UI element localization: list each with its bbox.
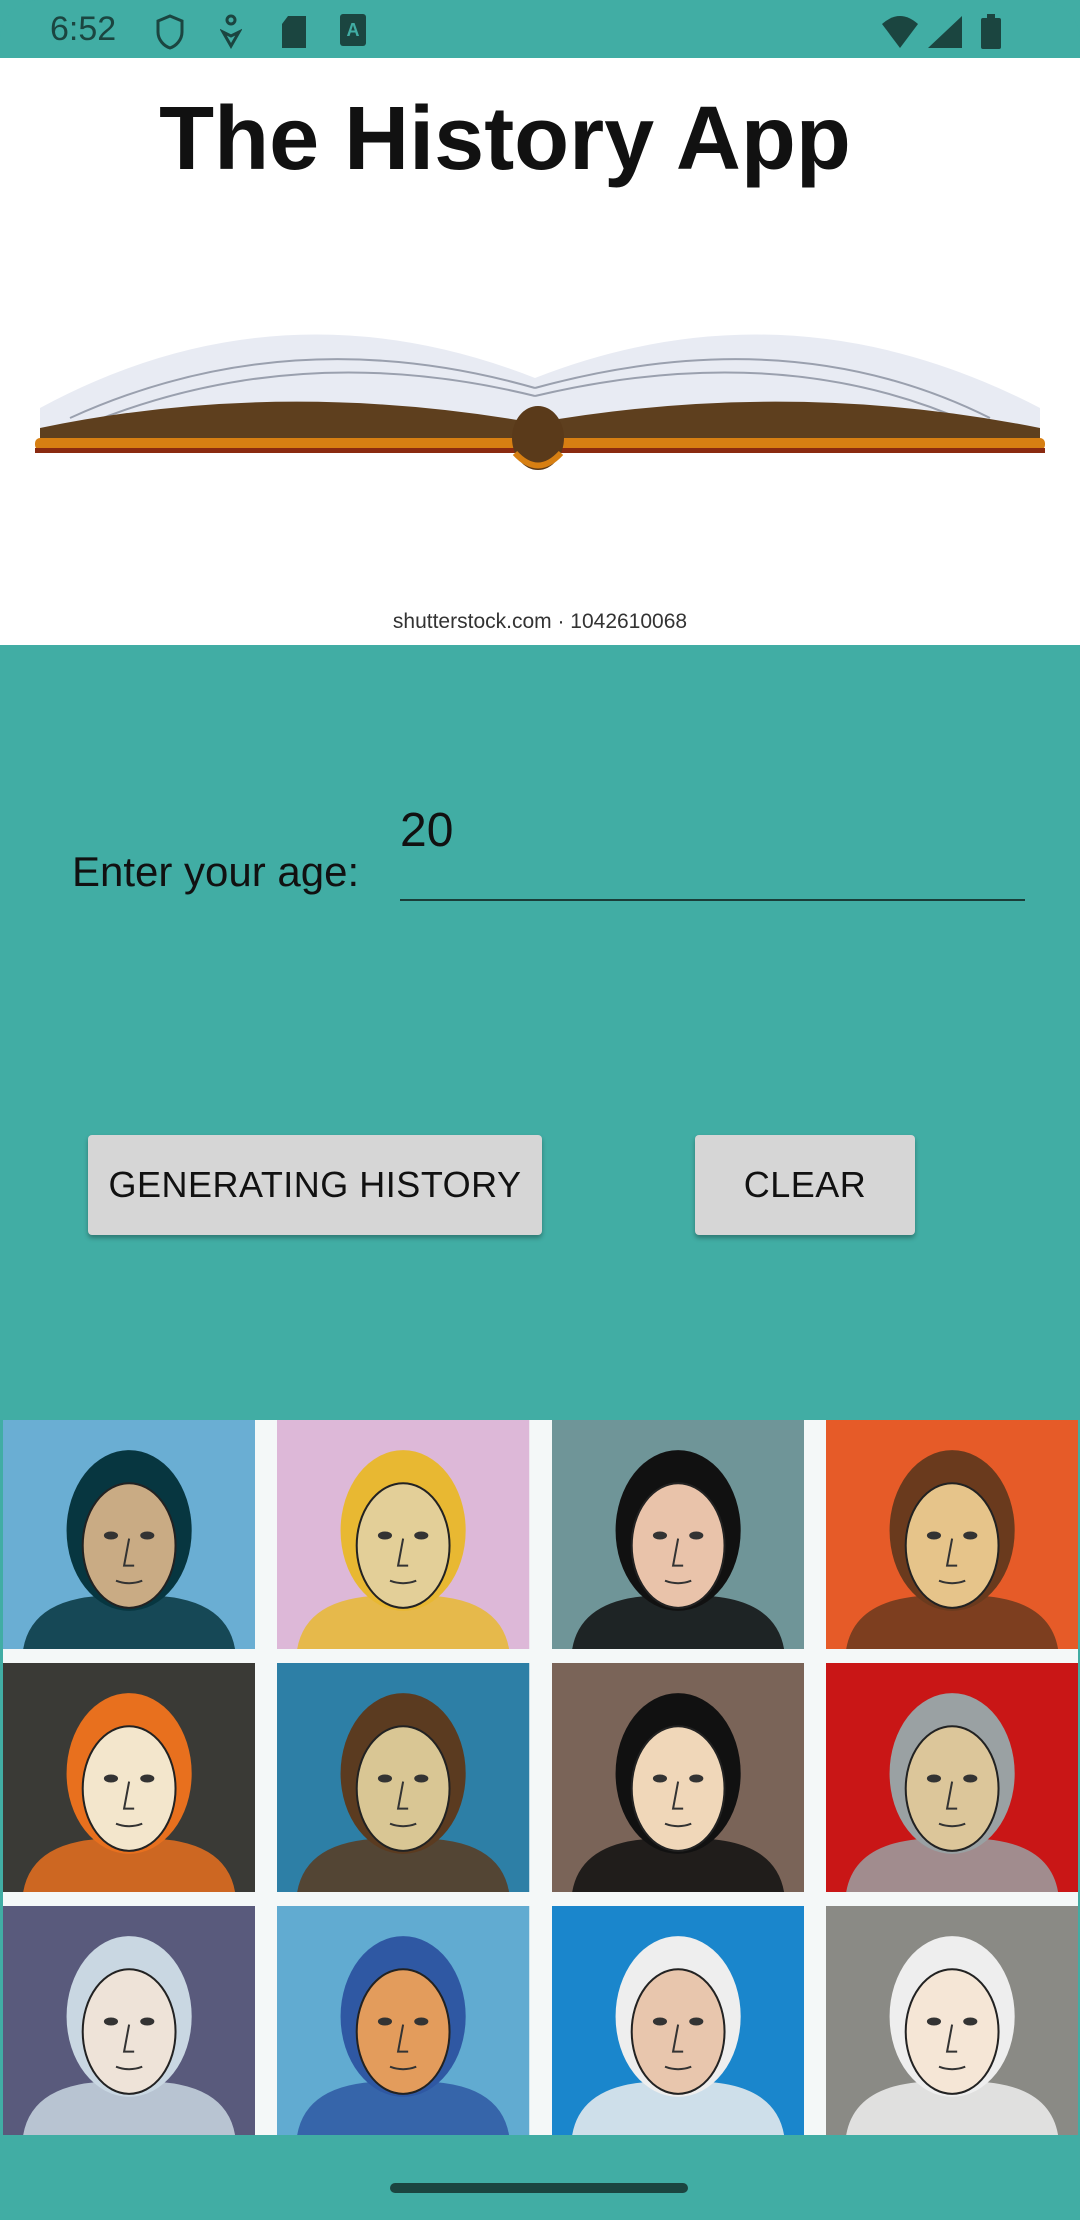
portrait-tile xyxy=(3,1420,256,1649)
open-book-image xyxy=(35,334,1045,470)
status-time: 6:52 xyxy=(50,10,117,48)
watermark-text: shutterstock.com · 1042610068 xyxy=(392,610,688,633)
portrait-tile xyxy=(277,1663,530,1892)
portrait-tile xyxy=(277,1420,530,1649)
portrait-tile xyxy=(825,1663,1078,1892)
font-a-icon: A xyxy=(340,14,366,46)
generate-history-button[interactable]: GENERATING HISTORY xyxy=(88,1135,542,1235)
portrait-tile xyxy=(3,1663,256,1892)
shield-icon xyxy=(156,14,184,50)
age-input[interactable]: 20 xyxy=(400,795,1025,901)
portrait-tile xyxy=(3,1906,256,2135)
portrait-tile xyxy=(825,1906,1078,2135)
home-handle[interactable] xyxy=(390,2183,688,2193)
page-title: The History App xyxy=(159,89,851,189)
header-banner: The History App shutterstock.com · 10426… xyxy=(0,58,1080,645)
navigation-bar xyxy=(0,2135,1080,2220)
signal-icon xyxy=(928,16,962,48)
portrait-tile xyxy=(277,1906,530,2135)
age-label: Enter your age: xyxy=(72,848,360,895)
status-bar: 6:52 A xyxy=(0,0,1080,58)
sd-card-icon xyxy=(282,16,306,48)
svg-text:A: A xyxy=(347,20,360,40)
wifi-icon xyxy=(882,16,918,48)
accessibility-icon xyxy=(220,14,242,50)
portrait-tile xyxy=(551,1663,804,1892)
portrait-grid-image xyxy=(3,1420,1078,2135)
portrait-tile xyxy=(825,1420,1078,1649)
portrait-tile xyxy=(551,1420,804,1649)
clear-button[interactable]: CLEAR xyxy=(695,1135,915,1235)
portrait-tile xyxy=(551,1906,804,2135)
battery-icon xyxy=(981,14,1001,49)
